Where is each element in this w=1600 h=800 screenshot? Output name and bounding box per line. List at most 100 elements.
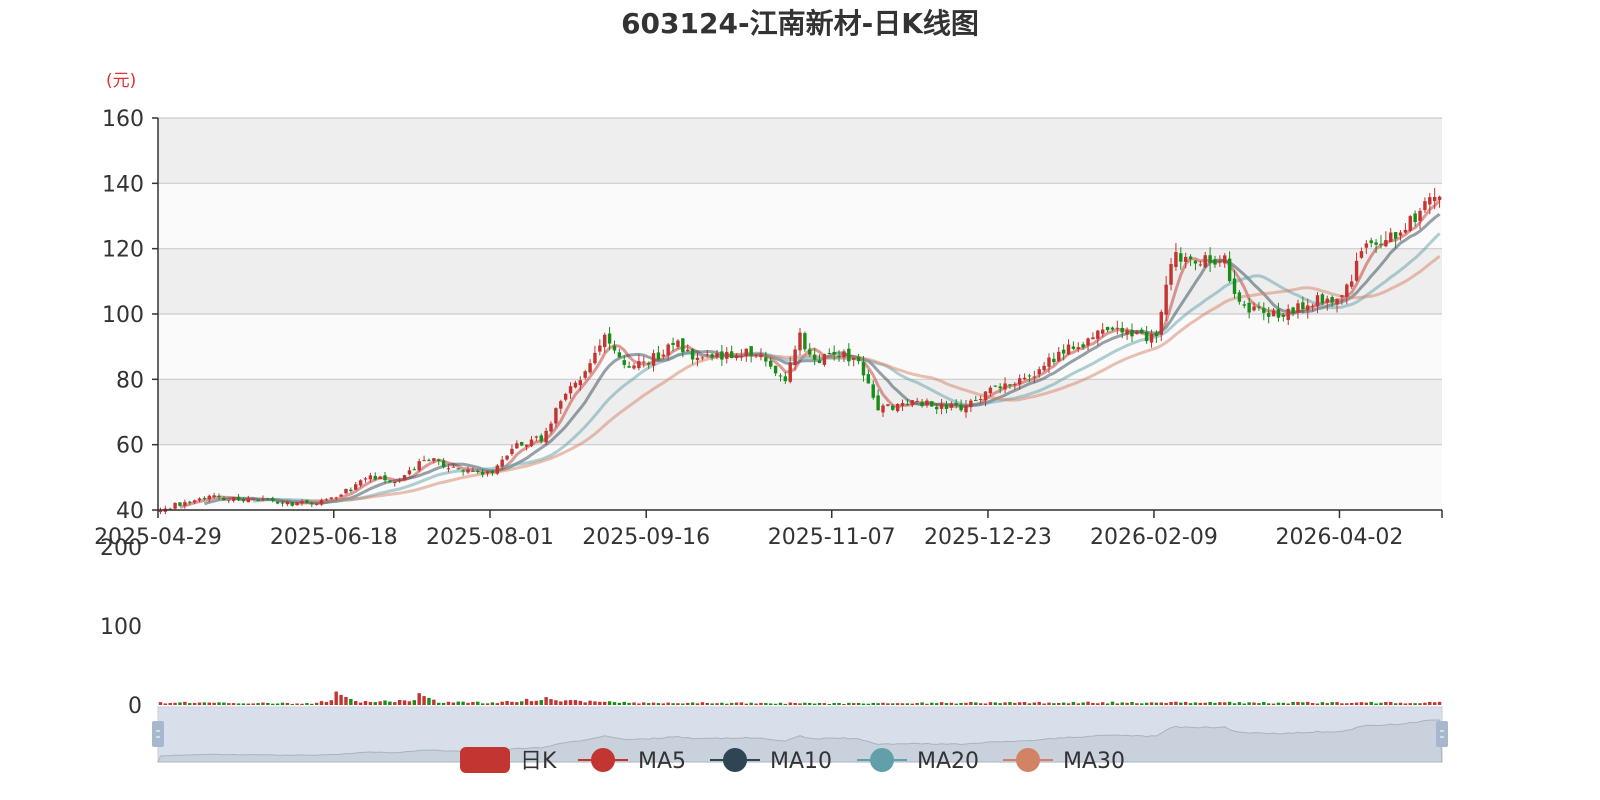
volume-bar [954, 703, 958, 705]
x-tick-label: 2025-11-07 [768, 525, 896, 550]
slider-handle-grip [1436, 721, 1448, 747]
candle-body [1306, 305, 1310, 311]
candle-body [183, 502, 187, 506]
slider-handle-right[interactable] [1436, 721, 1448, 747]
volume-bar [1164, 702, 1168, 705]
candle-body [788, 362, 792, 382]
volume-bar [271, 703, 275, 705]
volume-bar [427, 697, 431, 705]
volume-bar [217, 702, 221, 705]
volume-bar [344, 696, 348, 705]
volume-bar [642, 702, 646, 705]
candle-body [290, 502, 294, 506]
candle [495, 464, 500, 475]
volume-bar [822, 703, 827, 705]
volume-bar [354, 700, 358, 705]
candle-body [1428, 197, 1432, 205]
candle-body [471, 470, 475, 472]
volume-bar [759, 702, 763, 705]
kline-chart-svg: 603124-江南新材-日K线图 (元) 40 60 80 100 120 140 160 2… [94, 7, 1448, 774]
candle-body [490, 470, 495, 474]
candle-body [1027, 375, 1032, 377]
volume-bar [661, 703, 666, 705]
candle-body [583, 371, 587, 378]
volume-bar [1418, 703, 1422, 705]
volume-bar [632, 702, 636, 705]
candle-body [886, 404, 890, 406]
volume-bar [671, 703, 675, 705]
candle-body [305, 500, 309, 503]
volume-bar [651, 702, 656, 705]
volume-bar [1174, 701, 1178, 705]
legend-label: 日K [520, 749, 557, 774]
candle-body [1115, 327, 1120, 329]
candle-body [1437, 196, 1442, 200]
volume-bar [729, 702, 734, 705]
volume-bar [978, 703, 983, 705]
volume-bar [910, 703, 914, 705]
volume-bar [1052, 703, 1056, 705]
candle-body [588, 363, 592, 373]
volume-bar [1354, 702, 1359, 705]
candle-body [1340, 295, 1344, 298]
volume-bar [524, 698, 529, 705]
candle-body [271, 497, 275, 501]
candle-body [993, 385, 997, 387]
candle-body [1174, 252, 1178, 268]
candle-body [476, 470, 480, 472]
candle-body [383, 475, 387, 481]
volume-bar [534, 700, 539, 705]
candle-body [236, 496, 241, 501]
volume-bar [515, 702, 519, 705]
candle [520, 441, 524, 447]
candle-body [241, 499, 246, 502]
candle-body [485, 471, 490, 474]
y-tick-label: 160 [102, 107, 144, 132]
volume-bar [686, 702, 690, 705]
volume-bar [1076, 703, 1080, 705]
candle-body [666, 344, 670, 356]
candle-body [798, 332, 802, 351]
volume-bar [1349, 702, 1354, 705]
volume-bar [417, 693, 421, 705]
grid-band [158, 183, 1442, 249]
volume-bar [734, 702, 739, 705]
candle-body [412, 469, 417, 471]
candle-body [1100, 329, 1105, 334]
volume-bar [412, 700, 417, 705]
legend-item-ma20[interactable]: MA20 [857, 748, 979, 774]
y-tick-label: 80 [116, 368, 144, 393]
candle-body [1257, 306, 1261, 308]
volume-bar [1213, 702, 1217, 705]
slider-handle-left[interactable] [152, 721, 164, 747]
candle-body [1076, 347, 1080, 349]
volume-bar [1364, 702, 1369, 705]
candle-body [212, 495, 216, 498]
volume-bar [764, 703, 768, 705]
candle-body [456, 468, 460, 470]
candle-body [1266, 312, 1271, 317]
x-tick-label: 2025-08-01 [426, 525, 554, 550]
volume-bar [388, 701, 392, 705]
volume-bar [378, 701, 382, 705]
volume-bar [583, 702, 587, 705]
candle-body [739, 355, 744, 358]
volume-bar [1432, 702, 1437, 705]
candle-body [900, 403, 905, 407]
legend-item-ma10[interactable]: MA10 [710, 748, 832, 774]
volume-bar [959, 702, 963, 705]
volume-bar [358, 702, 363, 705]
volume-bar [803, 702, 807, 705]
legend-item-ma30[interactable]: MA30 [1003, 748, 1125, 774]
candle-body [1296, 303, 1300, 313]
grid-band [158, 379, 1442, 445]
legend-item-kline[interactable]: 日K [460, 747, 557, 774]
volume-bar [837, 702, 841, 705]
volume-bar [676, 703, 680, 705]
candle-body [686, 349, 690, 351]
candle-body [437, 459, 441, 462]
candle-body [978, 398, 983, 400]
volume-bar [1071, 702, 1076, 705]
candle-body [402, 475, 407, 481]
volume-bar [603, 701, 607, 705]
